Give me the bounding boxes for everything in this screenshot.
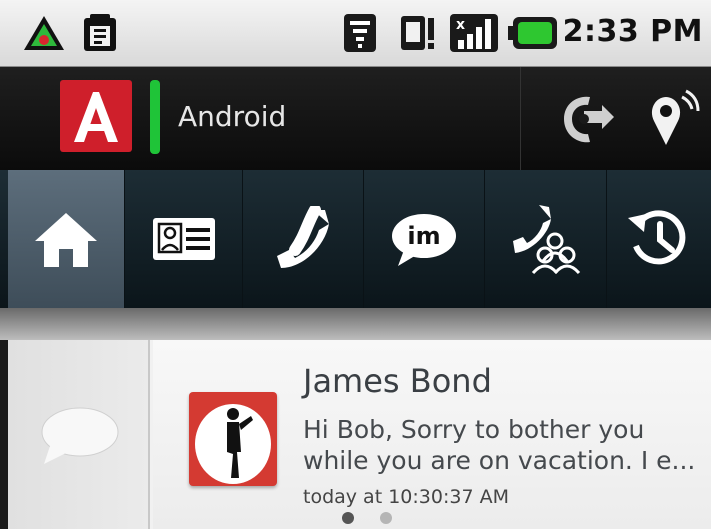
signal-icon: x [450, 14, 498, 52]
svg-text:im: im [407, 222, 440, 250]
contact-avatar [189, 392, 277, 486]
message-preview[interactable]: James Bond Hi Bob, Sorry to bother you w… [153, 340, 711, 529]
call-forward-icon [564, 96, 614, 143]
page-indicator-active [342, 512, 354, 524]
wifi-icon [344, 14, 376, 52]
message-body: Hi Bob, Sorry to bother you while you ar… [303, 415, 696, 475]
app-logo [60, 80, 132, 152]
speech-bubble-icon [41, 407, 119, 464]
notification-type-panel [8, 340, 150, 529]
clipboard-icon [84, 14, 116, 51]
location-icon [651, 89, 700, 145]
tab-bar: im [0, 170, 711, 308]
conference-call-icon [512, 205, 580, 275]
tab-contacts[interactable] [125, 170, 242, 308]
header-divider [520, 67, 521, 170]
battery-icon [508, 17, 557, 49]
message-timestamp: today at 10:30:37 AM [303, 486, 509, 508]
tab-im[interactable]: im [364, 170, 484, 308]
page-indicator-inactive [380, 512, 392, 524]
separator-strip [0, 308, 711, 340]
presence-indicator [150, 80, 160, 154]
home-icon [35, 213, 97, 267]
phone-icon [277, 206, 329, 268]
tab-history[interactable] [607, 170, 711, 308]
history-icon [628, 210, 686, 265]
location-button[interactable] [632, 81, 708, 157]
im-icon: im [392, 214, 456, 266]
tab-phone[interactable] [243, 170, 363, 308]
account-name: Android [178, 100, 287, 133]
sim-card-icon [401, 16, 434, 50]
app-header: Android [0, 67, 711, 170]
status-bar: x 2:33 PM [0, 0, 711, 67]
svg-text:x: x [456, 17, 465, 33]
logo-mark-icon [74, 92, 118, 142]
tab-conference[interactable] [485, 170, 606, 308]
tab-home[interactable] [8, 170, 124, 308]
call-forward-button[interactable] [548, 81, 624, 157]
sender-name: James Bond [303, 362, 492, 400]
status-time: 2:33 PM [562, 14, 703, 49]
app-notification-icon [24, 16, 64, 50]
contact-card-icon [152, 218, 215, 260]
notification-card[interactable]: James Bond Hi Bob, Sorry to bother you w… [8, 340, 711, 529]
